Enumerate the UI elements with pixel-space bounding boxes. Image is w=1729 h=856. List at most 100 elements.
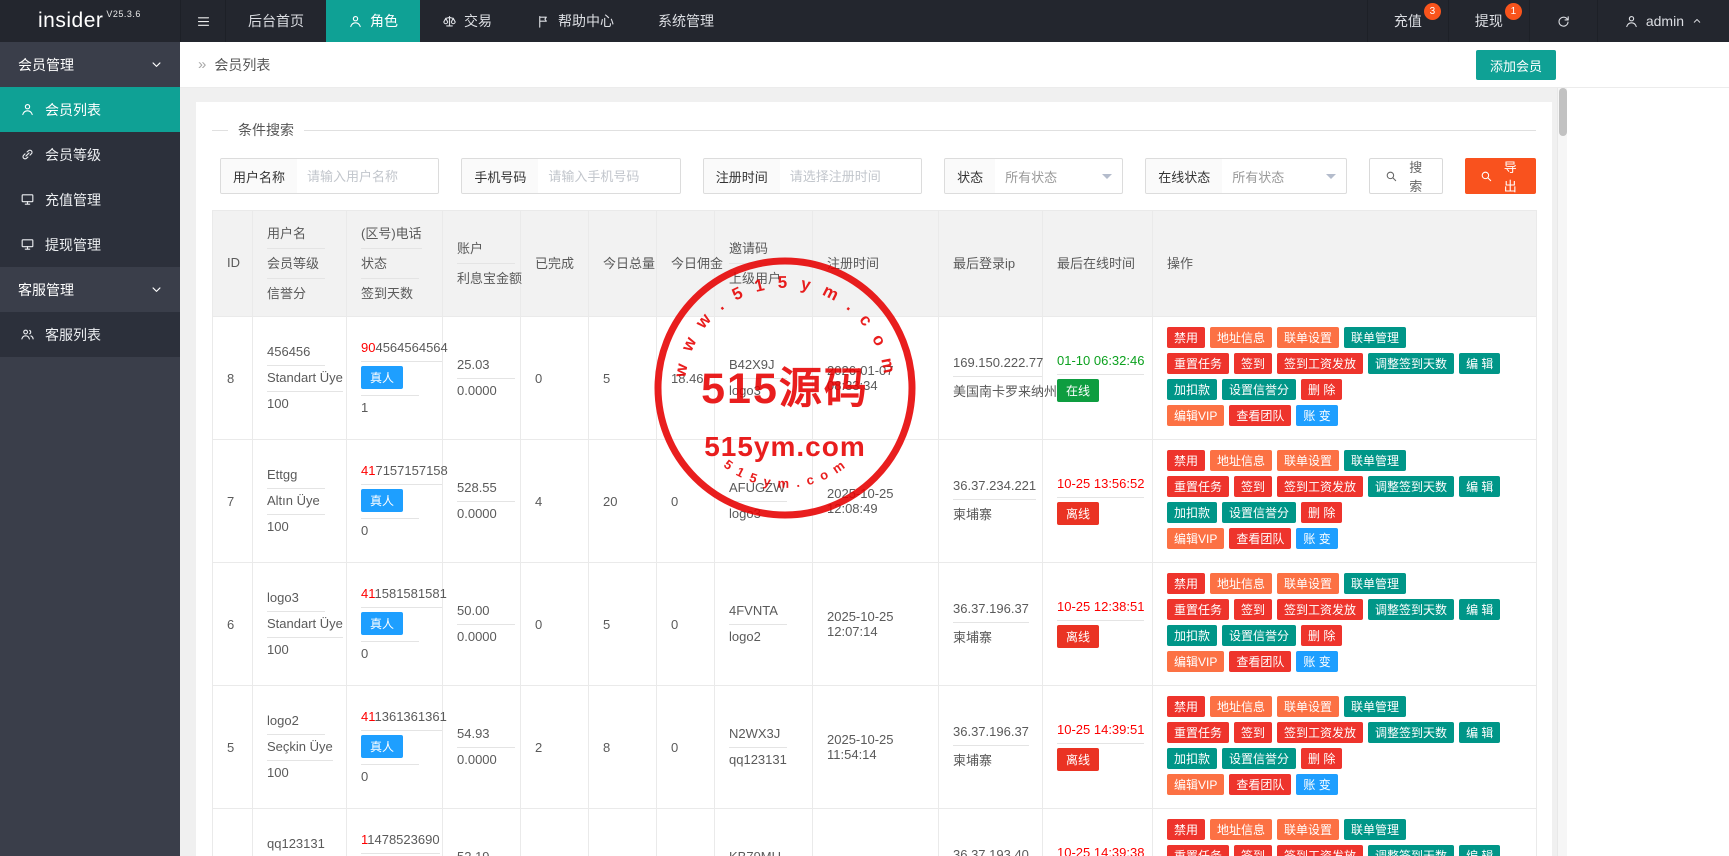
nav-tab-system[interactable]: 系统管理	[636, 0, 736, 42]
op-edit-button[interactable]: 编 辑	[1459, 722, 1500, 743]
nav-tab-roles[interactable]: 角色	[326, 0, 420, 42]
op-order-setting-button[interactable]: 联单设置	[1277, 819, 1339, 840]
cell-account: 50.00 0.0000	[443, 563, 521, 686]
op-adjust-signin-days-button[interactable]: 调整签到天数	[1368, 845, 1454, 856]
nav-tab-trade[interactable]: 交易	[420, 0, 514, 42]
op-view-team-button[interactable]: 查看团队	[1229, 405, 1291, 426]
op-address-info-button[interactable]: 地址信息	[1210, 327, 1272, 348]
op-edit-vip-button[interactable]: 编辑VIP	[1167, 405, 1224, 426]
sidebar-group-header[interactable]: 客服管理	[0, 267, 180, 312]
op-view-team-button[interactable]: 查看团队	[1229, 774, 1291, 795]
admin-menu[interactable]: admin	[1597, 0, 1729, 42]
op-edit-button[interactable]: 编 辑	[1459, 845, 1500, 856]
username-input[interactable]	[297, 159, 439, 193]
op-order-manage-button[interactable]: 联单管理	[1344, 573, 1406, 594]
op-order-setting-button[interactable]: 联单设置	[1277, 450, 1339, 471]
nav-tab-help-center[interactable]: 帮助中心	[514, 0, 636, 42]
op-delete-button[interactable]: 删 除	[1301, 502, 1342, 523]
op-view-team-button[interactable]: 查看团队	[1229, 651, 1291, 672]
menu-toggle-button[interactable]	[180, 0, 226, 42]
op-add-deduct-button[interactable]: 加扣款	[1167, 379, 1217, 400]
op-reset-task-button[interactable]: 重置任务	[1167, 353, 1229, 374]
op-signin-button[interactable]: 签到	[1234, 476, 1272, 497]
op-set-credit-button[interactable]: 设置信誉分	[1222, 379, 1296, 400]
op-edit-button[interactable]: 编 辑	[1459, 599, 1500, 620]
op-add-deduct-button[interactable]: 加扣款	[1167, 748, 1217, 769]
op-order-manage-button[interactable]: 联单管理	[1344, 327, 1406, 348]
op-disable-button[interactable]: 禁用	[1167, 450, 1205, 471]
op-set-credit-button[interactable]: 设置信誉分	[1222, 625, 1296, 646]
op-view-team-button[interactable]: 查看团队	[1229, 528, 1291, 549]
op-signin-button[interactable]: 签到	[1234, 599, 1272, 620]
op-signin-salary-button[interactable]: 签到工资发放	[1277, 599, 1363, 620]
op-signin-button[interactable]: 签到	[1234, 353, 1272, 374]
op-adjust-signin-days-button[interactable]: 调整签到天数	[1368, 599, 1454, 620]
sidebar-item-recharge-manage[interactable]: 充值管理	[0, 177, 180, 222]
op-disable-button[interactable]: 禁用	[1167, 819, 1205, 840]
op-adjust-signin-days-button[interactable]: 调整签到天数	[1368, 722, 1454, 743]
op-signin-salary-button[interactable]: 签到工资发放	[1277, 476, 1363, 497]
op-order-setting-button[interactable]: 联单设置	[1277, 327, 1339, 348]
phone-input[interactable]	[538, 159, 680, 193]
op-address-info-button[interactable]: 地址信息	[1210, 696, 1272, 717]
scrollbar-thumb[interactable]	[1559, 88, 1567, 136]
op-reset-task-button[interactable]: 重置任务	[1167, 845, 1229, 856]
op-adjust-signin-days-button[interactable]: 调整签到天数	[1368, 353, 1454, 374]
op-balance-change-button[interactable]: 账 变	[1296, 651, 1337, 672]
recharge-nav[interactable]: 充值 3	[1367, 0, 1448, 42]
op-delete-button[interactable]: 删 除	[1301, 748, 1342, 769]
op-add-deduct-button[interactable]: 加扣款	[1167, 502, 1217, 523]
op-disable-button[interactable]: 禁用	[1167, 573, 1205, 594]
op-balance-change-button[interactable]: 账 变	[1296, 405, 1337, 426]
op-signin-button[interactable]: 签到	[1234, 845, 1272, 856]
export-button[interactable]: 导 出	[1465, 158, 1537, 194]
refresh-button[interactable]	[1529, 0, 1597, 42]
cell-id: 6	[213, 563, 253, 686]
op-signin-button[interactable]: 签到	[1234, 722, 1272, 743]
op-address-info-button[interactable]: 地址信息	[1210, 450, 1272, 471]
sidebar-item-member-list[interactable]: 会员列表	[0, 87, 180, 132]
op-order-manage-button[interactable]: 联单管理	[1344, 819, 1406, 840]
regtime-input[interactable]	[780, 159, 922, 193]
op-reset-task-button[interactable]: 重置任务	[1167, 476, 1229, 497]
chevron-down-icon	[149, 282, 164, 297]
cell-completed: 2	[521, 686, 589, 809]
op-delete-button[interactable]: 删 除	[1301, 379, 1342, 400]
op-address-info-button[interactable]: 地址信息	[1210, 573, 1272, 594]
vertical-scrollbar[interactable]	[1557, 88, 1567, 856]
op-edit-button[interactable]: 编 辑	[1459, 476, 1500, 497]
op-address-info-button[interactable]: 地址信息	[1210, 819, 1272, 840]
op-balance-change-button[interactable]: 账 变	[1296, 528, 1337, 549]
op-set-credit-button[interactable]: 设置信誉分	[1222, 748, 1296, 769]
op-order-manage-button[interactable]: 联单管理	[1344, 696, 1406, 717]
op-reset-task-button[interactable]: 重置任务	[1167, 599, 1229, 620]
op-edit-vip-button[interactable]: 编辑VIP	[1167, 528, 1224, 549]
nav-tab-home[interactable]: 后台首页	[226, 0, 326, 42]
sidebar-group-header[interactable]: 会员管理	[0, 42, 180, 87]
withdraw-nav[interactable]: 提现 1	[1448, 0, 1529, 42]
online-status-select[interactable]: 所有状态	[1222, 159, 1346, 193]
op-signin-salary-button[interactable]: 签到工资发放	[1277, 845, 1363, 856]
sidebar-item-service-list[interactable]: 客服列表	[0, 312, 180, 357]
status-select[interactable]: 所有状态	[995, 159, 1122, 193]
op-edit-vip-button[interactable]: 编辑VIP	[1167, 774, 1224, 795]
op-edit-vip-button[interactable]: 编辑VIP	[1167, 651, 1224, 672]
op-edit-button[interactable]: 编 辑	[1459, 353, 1500, 374]
op-signin-salary-button[interactable]: 签到工资发放	[1277, 353, 1363, 374]
op-reset-task-button[interactable]: 重置任务	[1167, 722, 1229, 743]
op-disable-button[interactable]: 禁用	[1167, 696, 1205, 717]
op-add-deduct-button[interactable]: 加扣款	[1167, 625, 1217, 646]
sidebar-item-withdraw-manage[interactable]: 提现管理	[0, 222, 180, 267]
op-balance-change-button[interactable]: 账 变	[1296, 774, 1337, 795]
op-adjust-signin-days-button[interactable]: 调整签到天数	[1368, 476, 1454, 497]
op-set-credit-button[interactable]: 设置信誉分	[1222, 502, 1296, 523]
op-order-setting-button[interactable]: 联单设置	[1277, 573, 1339, 594]
sidebar-item-member-level[interactable]: 会员等级	[0, 132, 180, 177]
op-delete-button[interactable]: 删 除	[1301, 625, 1342, 646]
op-order-manage-button[interactable]: 联单管理	[1344, 450, 1406, 471]
add-member-button[interactable]: 添加会员	[1476, 50, 1556, 80]
search-button[interactable]: 搜 索	[1369, 158, 1443, 194]
op-disable-button[interactable]: 禁用	[1167, 327, 1205, 348]
op-signin-salary-button[interactable]: 签到工资发放	[1277, 722, 1363, 743]
op-order-setting-button[interactable]: 联单设置	[1277, 696, 1339, 717]
